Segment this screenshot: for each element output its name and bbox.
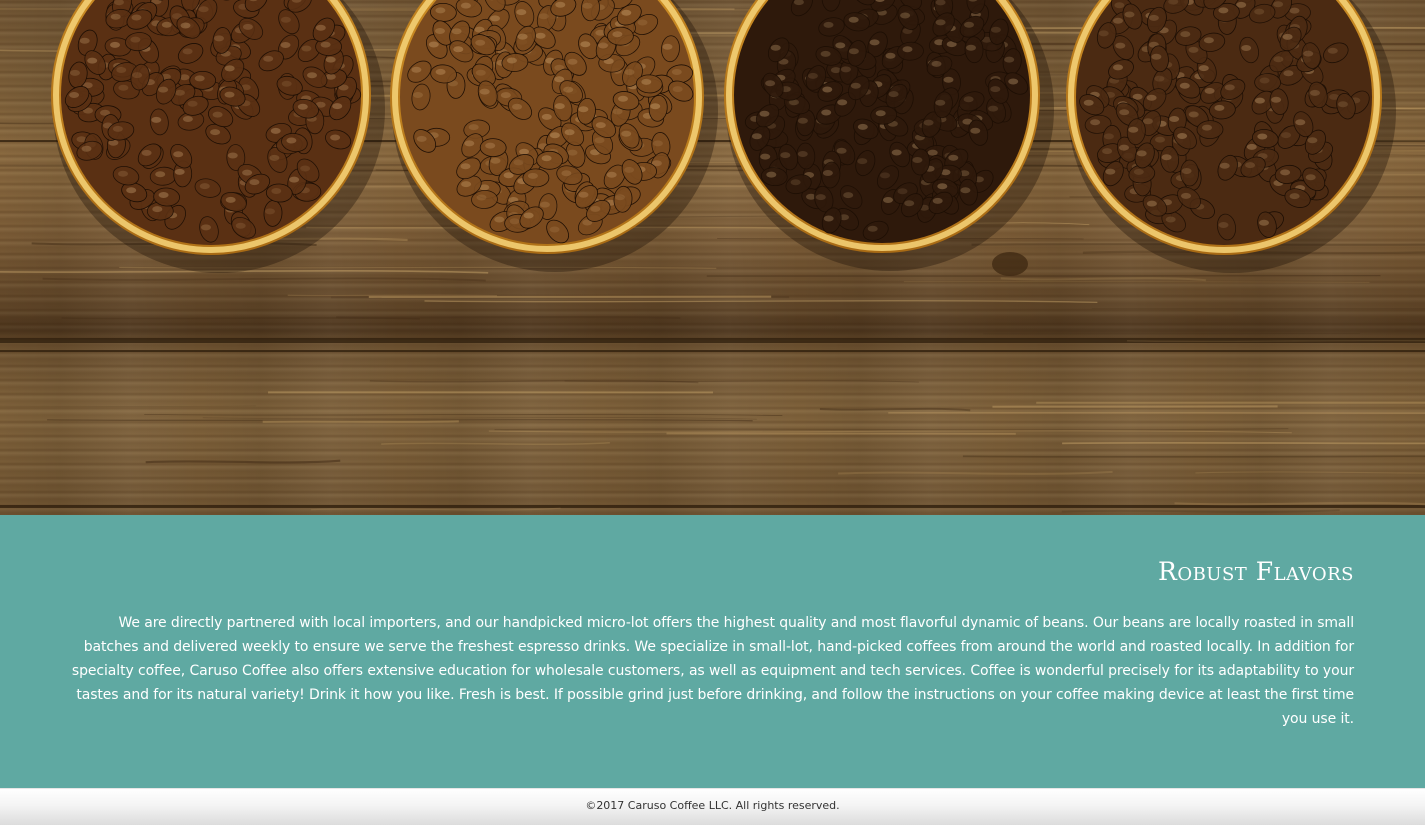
coffee-bowl-4 bbox=[1066, 0, 1396, 273]
about-paragraph: We are directly partnered with local imp… bbox=[71, 615, 1354, 727]
coffee-bowl-3 bbox=[724, 0, 1054, 271]
footer: ©2017 Caruso Coffee LLC. All rights rese… bbox=[0, 788, 1425, 825]
about-section: Robust Flavors We are directly partnered… bbox=[0, 515, 1425, 788]
coffee-bowl-1 bbox=[51, 0, 385, 273]
page: Robust Flavors We are directly partnered… bbox=[0, 0, 1425, 825]
hero-image bbox=[0, 0, 1425, 515]
coffee-bowls-illustration bbox=[0, 0, 1425, 513]
section-title: Robust Flavors bbox=[1158, 557, 1354, 586]
copyright-text: ©2017 Caruso Coffee LLC. All rights rese… bbox=[585, 799, 840, 812]
coffee-bowl-2 bbox=[390, 0, 718, 272]
